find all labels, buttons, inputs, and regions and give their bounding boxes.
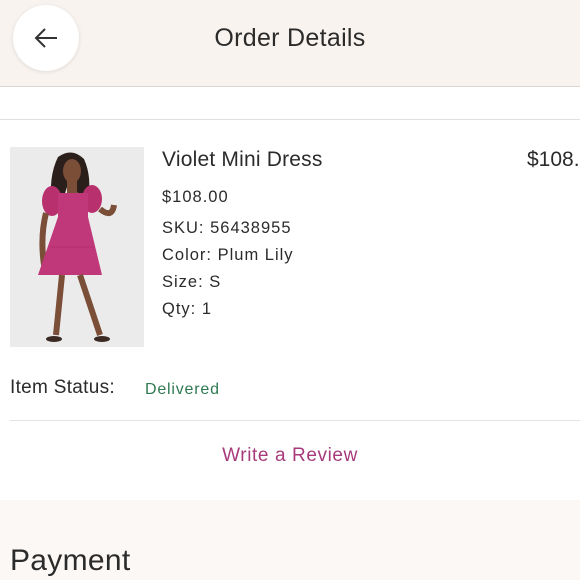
write-review-link[interactable]: Write a Review xyxy=(0,445,580,467)
order-item-card: Violet Mini Dress $108.00 $108.00 SKU: 5… xyxy=(0,120,580,500)
product-color: Color: Plum Lily xyxy=(162,246,294,264)
item-status-label: Item Status: xyxy=(10,377,115,398)
dress-photo-illustration xyxy=(10,147,144,347)
order-details-screen: Order Details Violet Mini Dress $108. $1… xyxy=(0,0,580,580)
line-total: $108.00 xyxy=(527,148,580,171)
header-bar: Order Details xyxy=(0,0,580,87)
product-image[interactable] xyxy=(10,147,144,347)
page-title: Order Details xyxy=(214,24,366,52)
header-sub-band xyxy=(0,87,580,120)
product-price: $108.00 xyxy=(162,188,229,206)
divider xyxy=(10,420,580,421)
payment-heading: Payment xyxy=(10,544,131,577)
product-quantity: Qty: 1 xyxy=(162,300,213,318)
product-sku: SKU: 56438955 xyxy=(162,219,292,237)
product-size: Size: S xyxy=(162,273,222,291)
product-name[interactable]: Violet Mini Dress xyxy=(162,148,323,172)
item-status-value: Delivered xyxy=(145,381,220,398)
